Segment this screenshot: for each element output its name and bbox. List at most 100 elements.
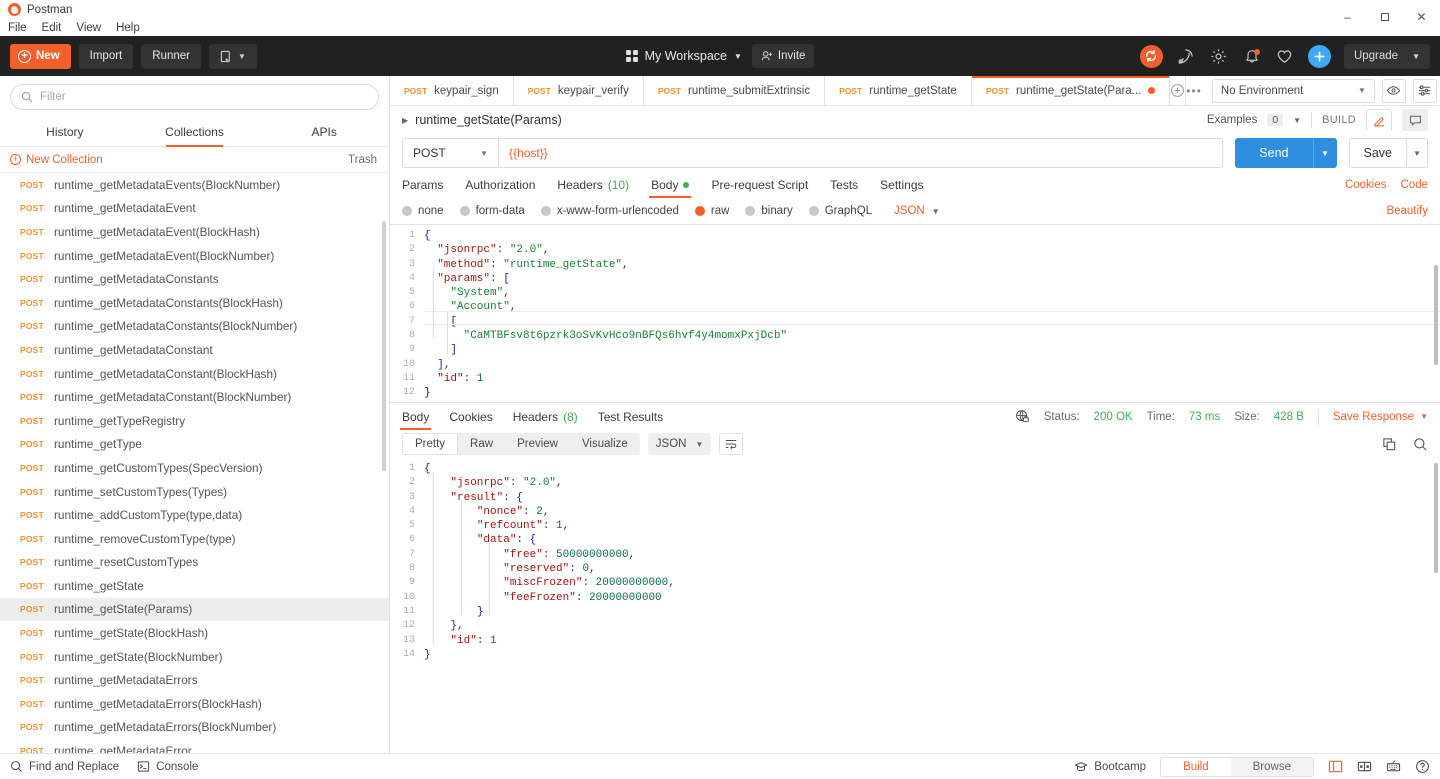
list-item[interactable]: POST runtime_getMetadataConstant(BlockNum… <box>0 385 389 409</box>
list-item[interactable]: POST runtime_getMetadataEvent(BlockHash) <box>0 220 389 244</box>
import-button[interactable]: Import <box>78 43 134 69</box>
cookies-link[interactable]: Cookies <box>1345 179 1387 191</box>
plus-icon[interactable] <box>1307 44 1331 68</box>
tab-settings[interactable]: Settings <box>880 172 923 198</box>
list-item[interactable]: POST runtime_getMetadataConstants <box>0 267 389 291</box>
list-item[interactable]: POST runtime_getState <box>0 574 389 598</box>
bootcamp-button[interactable]: Bootcamp <box>1074 760 1146 774</box>
new-collection-button[interactable]: + New Collection <box>10 154 103 166</box>
list-item[interactable]: POST runtime_getState(BlockHash) <box>0 621 389 645</box>
body-mode-graphql[interactable]: GraphQL <box>808 205 872 217</box>
new-window-button[interactable]: ▼ <box>208 43 257 69</box>
list-item[interactable]: POST runtime_getState(Params) <box>0 597 389 622</box>
request-tab[interactable]: POST keypair_verify <box>513 76 644 105</box>
list-item[interactable]: POST runtime_getMetadataErrors <box>0 668 389 692</box>
menu-item-edit[interactable]: Edit <box>42 22 62 34</box>
http-method-selector[interactable]: POST ▼ <box>402 138 498 168</box>
minimize-icon[interactable]: – <box>1329 0 1366 34</box>
code-link[interactable]: Code <box>1401 179 1429 191</box>
request-tab[interactable]: POST runtime_submitExtrinsic <box>643 76 826 105</box>
url-input[interactable]: {{host}} <box>498 138 1224 168</box>
trash-button[interactable]: Trash <box>348 154 377 166</box>
response-view-preview[interactable]: Preview <box>505 433 570 455</box>
search-input[interactable] <box>40 91 368 103</box>
beautify-button[interactable]: Beautify <box>1386 205 1428 217</box>
sidebar-tab-history[interactable]: History <box>0 117 130 146</box>
help-icon[interactable] <box>1415 759 1430 774</box>
tab-headers[interactable]: Headers (10) <box>557 172 629 198</box>
response-format-selector[interactable]: JSON ▼ <box>647 433 712 455</box>
send-button[interactable]: Send <box>1235 138 1313 168</box>
response-tab-body[interactable]: Body <box>399 404 432 430</box>
tab-authorization[interactable]: Authorization <box>465 172 535 198</box>
upgrade-button[interactable]: Upgrade ▼ <box>1343 43 1430 69</box>
body-mode-x-www-form-urlencoded[interactable]: x-www-form-urlencoded <box>540 205 679 217</box>
browse-tab[interactable]: Browse <box>1231 758 1313 776</box>
settings-sliders-icon[interactable] <box>1412 78 1437 103</box>
list-item[interactable]: POST runtime_getMetadataEvent(BlockNumber… <box>0 244 389 268</box>
response-view-raw[interactable]: Raw <box>458 433 505 455</box>
keyboard-icon[interactable] <box>1386 759 1401 774</box>
filter-bar[interactable] <box>10 84 379 110</box>
response-code[interactable]: 1{2 "jsonrpc": "2.0", 3 "result": {4 "non… <box>390 458 1440 662</box>
word-wrap-icon[interactable] <box>719 433 744 455</box>
build-tab[interactable]: Build <box>1161 757 1231 776</box>
tab-params[interactable]: Params <box>402 172 443 198</box>
list-item[interactable]: POST runtime_getCustomTypes(SpecVersion) <box>0 456 389 480</box>
chevron-right-icon[interactable]: ▶ <box>402 116 408 125</box>
list-item[interactable]: POST runtime_removeCustomType(type) <box>0 527 389 551</box>
request-body-editor[interactable]: 1{2 "jsonrpc": "2.0", 3 "method": "runtim… <box>390 224 1440 402</box>
comment-icon[interactable] <box>1402 109 1428 131</box>
edit-pencil-icon[interactable] <box>1366 109 1392 131</box>
maximize-icon[interactable] <box>1366 0 1403 34</box>
send-options-icon[interactable]: ▼ <box>1312 138 1337 168</box>
save-response-button[interactable]: Save Response ▼ <box>1333 411 1428 423</box>
sidebar-scrollbar[interactable] <box>382 221 386 471</box>
console-button[interactable]: Console <box>137 760 198 773</box>
copy-icon[interactable] <box>1382 437 1397 452</box>
new-button[interactable]: + New <box>10 43 71 69</box>
response-editor-scrollbar[interactable] <box>1434 463 1438 573</box>
body-mode-form-data[interactable]: form-data <box>459 205 525 217</box>
list-item[interactable]: POST runtime_setCustomTypes(Types) <box>0 480 389 504</box>
body-mode-binary[interactable]: binary <box>745 205 793 217</box>
save-options-icon[interactable]: ▼ <box>1406 138 1428 168</box>
body-mode-none[interactable]: none <box>402 205 444 217</box>
tab-body[interactable]: Body <box>649 172 692 198</box>
response-tab-cookies[interactable]: Cookies <box>449 404 492 430</box>
list-item[interactable]: POST runtime_getMetadataConstant(BlockHas… <box>0 362 389 386</box>
tab-tests[interactable]: Tests <box>830 172 858 198</box>
request-editor-scrollbar[interactable] <box>1434 265 1438 365</box>
eye-icon[interactable] <box>1381 78 1406 103</box>
tab-options-icon[interactable]: ••• <box>1186 76 1202 105</box>
two-pane-layout-icon[interactable] <box>1328 759 1343 774</box>
request-list[interactable]: POST runtime_getMetadataEvents(BlockNumbe… <box>0 173 389 753</box>
invite-button[interactable]: Invite <box>751 44 815 68</box>
list-item[interactable]: POST runtime_getMetadataErrors(BlockNumbe… <box>0 716 389 740</box>
request-tab[interactable]: POST runtime_getState(Para... <box>971 76 1171 105</box>
list-item[interactable]: POST runtime_resetCustomTypes <box>0 551 389 575</box>
request-tab[interactable]: POST runtime_getState <box>825 76 972 105</box>
list-item[interactable]: POST runtime_getMetadataConstants(BlockNu… <box>0 315 389 339</box>
list-item[interactable]: POST runtime_getMetadataConstants(BlockHa… <box>0 291 389 315</box>
menu-item-help[interactable]: Help <box>116 22 140 34</box>
chevron-down-icon[interactable]: ▼ <box>1293 116 1301 125</box>
heart-icon[interactable] <box>1275 46 1295 66</box>
list-item[interactable]: POST runtime_getTypeRegistry <box>0 409 389 433</box>
sidebar-tab-apis[interactable]: APIs <box>259 117 389 146</box>
list-item[interactable]: POST runtime_getMetadataError <box>0 739 389 753</box>
satellite-icon[interactable] <box>1176 46 1196 66</box>
workspace-selector[interactable]: My Workspace ▼ <box>625 49 742 63</box>
response-view-pretty[interactable]: Pretty <box>402 433 459 455</box>
save-button[interactable]: Save <box>1348 138 1406 168</box>
environment-selector[interactable]: No Environment ▼ <box>1211 78 1375 103</box>
list-item[interactable]: POST runtime_getMetadataConstant <box>0 338 389 362</box>
sync-icon[interactable] <box>1139 44 1163 68</box>
request-tab[interactable]: POST keypair_sign <box>390 76 514 105</box>
close-icon[interactable]: ✕ <box>1403 0 1440 34</box>
split-layout-icon[interactable] <box>1357 759 1372 774</box>
body-mode-raw[interactable]: raw <box>694 205 729 217</box>
list-item[interactable]: POST runtime_getState(BlockNumber) <box>0 645 389 669</box>
bell-icon[interactable] <box>1242 46 1262 66</box>
response-view-visualize[interactable]: Visualize <box>570 433 640 455</box>
